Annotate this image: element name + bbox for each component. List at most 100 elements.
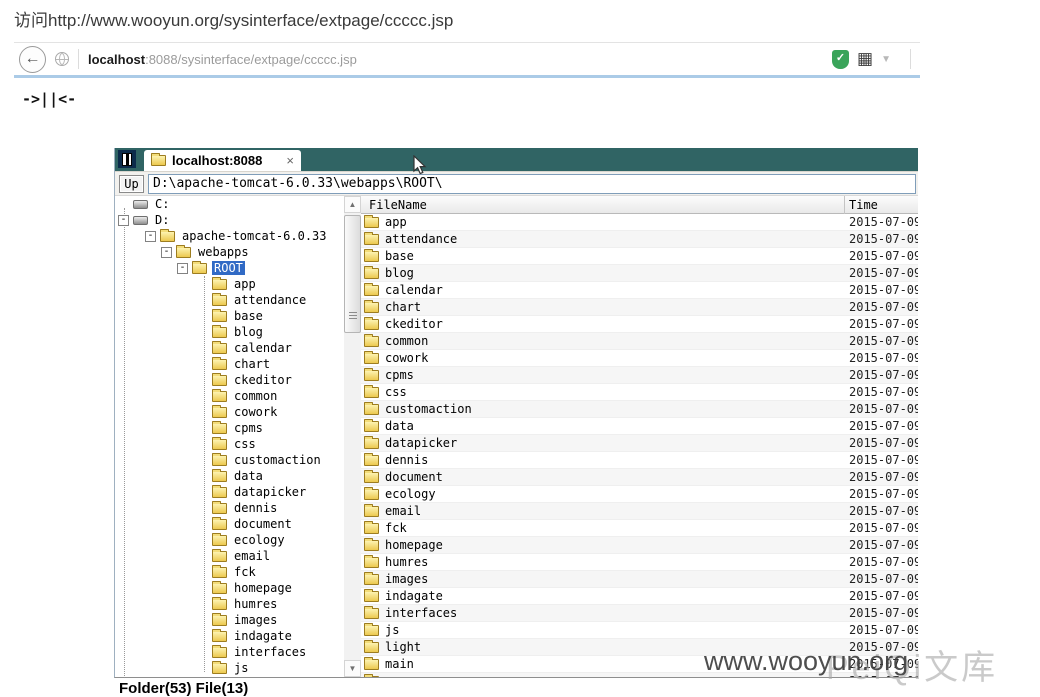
- tree-expander-icon[interactable]: -: [118, 215, 129, 226]
- file-row[interactable]: cowork 2015-07-09: [361, 350, 918, 367]
- tree-item[interactable]: ckeditor: [115, 372, 344, 388]
- scroll-down-icon[interactable]: ▼: [344, 660, 361, 677]
- file-row[interactable]: chart 2015-07-09: [361, 299, 918, 316]
- file-row[interactable]: document 2015-07-09: [361, 469, 918, 486]
- tree-item-label: common: [232, 389, 279, 403]
- file-row[interactable]: app 2015-07-09: [361, 214, 918, 231]
- tree-item[interactable]: cpms: [115, 420, 344, 436]
- tree-item[interactable]: humres: [115, 596, 344, 612]
- tree-item[interactable]: app: [115, 276, 344, 292]
- tree-item[interactable]: email: [115, 548, 344, 564]
- tree-expander-icon[interactable]: -: [145, 231, 156, 242]
- file-row[interactable]: calendar 2015-07-09: [361, 282, 918, 299]
- tree-item[interactable]: - webapps: [115, 244, 344, 260]
- tree-item[interactable]: interfaces: [115, 644, 344, 660]
- file-row[interactable]: datapicker 2015-07-09: [361, 435, 918, 452]
- folder-icon: [364, 268, 379, 279]
- file-row[interactable]: common 2015-07-09: [361, 333, 918, 350]
- tree-expander-icon[interactable]: -: [161, 247, 172, 258]
- tree-item[interactable]: homepage: [115, 580, 344, 596]
- file-row[interactable]: email 2015-07-09: [361, 503, 918, 520]
- file-time: 2015-07-09: [849, 368, 918, 382]
- browser-toolbar: ← localhost:8088/sysinterface/extpage/cc…: [14, 42, 920, 78]
- file-row[interactable]: ckeditor 2015-07-09: [361, 316, 918, 333]
- file-row[interactable]: indagate 2015-07-09: [361, 588, 918, 605]
- file-row[interactable]: homepage 2015-07-09: [361, 537, 918, 554]
- tab-localhost[interactable]: localhost:8088 ×: [144, 150, 301, 171]
- tree-item[interactable]: datapicker: [115, 484, 344, 500]
- file-row[interactable]: cpms 2015-07-09: [361, 367, 918, 384]
- tree-item[interactable]: js: [115, 660, 344, 676]
- file-name: css: [385, 385, 407, 399]
- tree-scrollbar[interactable]: ▲ ▼: [344, 196, 361, 677]
- file-row[interactable]: css 2015-07-09: [361, 384, 918, 401]
- file-row[interactable]: customaction 2015-07-09: [361, 401, 918, 418]
- file-row[interactable]: humres 2015-07-09: [361, 554, 918, 571]
- folder-icon: [364, 319, 379, 330]
- folder-icon: [212, 279, 227, 290]
- tree-item[interactable]: - apache-tomcat-6.0.33: [115, 228, 344, 244]
- tree-item[interactable]: - ROOT: [115, 260, 344, 276]
- tree-item[interactable]: light: [115, 676, 344, 677]
- file-name: indagate: [385, 589, 443, 603]
- tree-item[interactable]: ecology: [115, 532, 344, 548]
- folder-icon: [192, 263, 207, 274]
- tree-item[interactable]: customaction: [115, 452, 344, 468]
- tree-item[interactable]: chart: [115, 356, 344, 372]
- tree-item[interactable]: attendance: [115, 292, 344, 308]
- tree-item[interactable]: document: [115, 516, 344, 532]
- file-row[interactable]: data 2015-07-09: [361, 418, 918, 435]
- tree-item[interactable]: - D:: [115, 212, 344, 228]
- tree-item[interactable]: C:: [115, 196, 344, 212]
- tree-item-label: interfaces: [232, 645, 308, 659]
- file-row[interactable]: attendance 2015-07-09: [361, 231, 918, 248]
- folder-icon: [212, 423, 227, 434]
- close-icon[interactable]: ×: [286, 154, 294, 167]
- back-button[interactable]: ←: [19, 46, 46, 73]
- tree-item[interactable]: common: [115, 388, 344, 404]
- title-bar: localhost:8088 ×: [115, 148, 918, 171]
- tree-item[interactable]: images: [115, 612, 344, 628]
- tree-expander-icon[interactable]: -: [177, 263, 188, 274]
- security-shield-icon[interactable]: ✓: [832, 50, 849, 69]
- file-name: interfaces: [385, 606, 457, 620]
- file-row[interactable]: images 2015-07-09: [361, 571, 918, 588]
- tree-item[interactable]: fck: [115, 564, 344, 580]
- folder-icon: [364, 557, 379, 568]
- up-button[interactable]: Up: [119, 175, 144, 193]
- tree-item-label: C:: [153, 197, 171, 211]
- scrollbar-thumb[interactable]: [344, 215, 361, 333]
- tree-item-label: customaction: [232, 453, 323, 467]
- tree-item[interactable]: blog: [115, 324, 344, 340]
- file-row[interactable]: ecology 2015-07-09: [361, 486, 918, 503]
- qr-code-icon[interactable]: ▦: [857, 51, 873, 68]
- column-time[interactable]: Time: [849, 198, 878, 212]
- tree-item[interactable]: indagate: [115, 628, 344, 644]
- chevron-down-icon[interactable]: ▼: [881, 54, 891, 65]
- file-name: main: [385, 657, 414, 671]
- list-header: FileName Time: [361, 196, 918, 214]
- file-time: 2015-07-09: [849, 487, 918, 501]
- column-divider[interactable]: [844, 196, 845, 214]
- tree-item[interactable]: data: [115, 468, 344, 484]
- tree-item[interactable]: base: [115, 308, 344, 324]
- scroll-up-icon[interactable]: ▲: [344, 196, 361, 213]
- file-row[interactable]: fck 2015-07-09: [361, 520, 918, 537]
- tree-item[interactable]: css: [115, 436, 344, 452]
- file-row[interactable]: base 2015-07-09: [361, 248, 918, 265]
- tree-item[interactable]: cowork: [115, 404, 344, 420]
- file-row[interactable]: blog 2015-07-09: [361, 265, 918, 282]
- folder-icon: [212, 535, 227, 546]
- globe-icon: [55, 52, 69, 66]
- path-input[interactable]: D:\apache-tomcat-6.0.33\webapps\ROOT\: [148, 174, 916, 194]
- tree-item[interactable]: calendar: [115, 340, 344, 356]
- file-row[interactable]: js 2015-07-09: [361, 622, 918, 639]
- tree-item-label: calendar: [232, 341, 294, 355]
- file-row[interactable]: dennis 2015-07-09: [361, 452, 918, 469]
- file-time: 2015-07-09: [849, 572, 918, 586]
- tree-item[interactable]: dennis: [115, 500, 344, 516]
- file-row[interactable]: interfaces 2015-07-09: [361, 605, 918, 622]
- address-bar[interactable]: localhost:8088/sysinterface/extpage/cccc…: [88, 52, 357, 67]
- column-filename[interactable]: FileName: [369, 198, 427, 212]
- file-time: 2015-07-09: [849, 521, 918, 535]
